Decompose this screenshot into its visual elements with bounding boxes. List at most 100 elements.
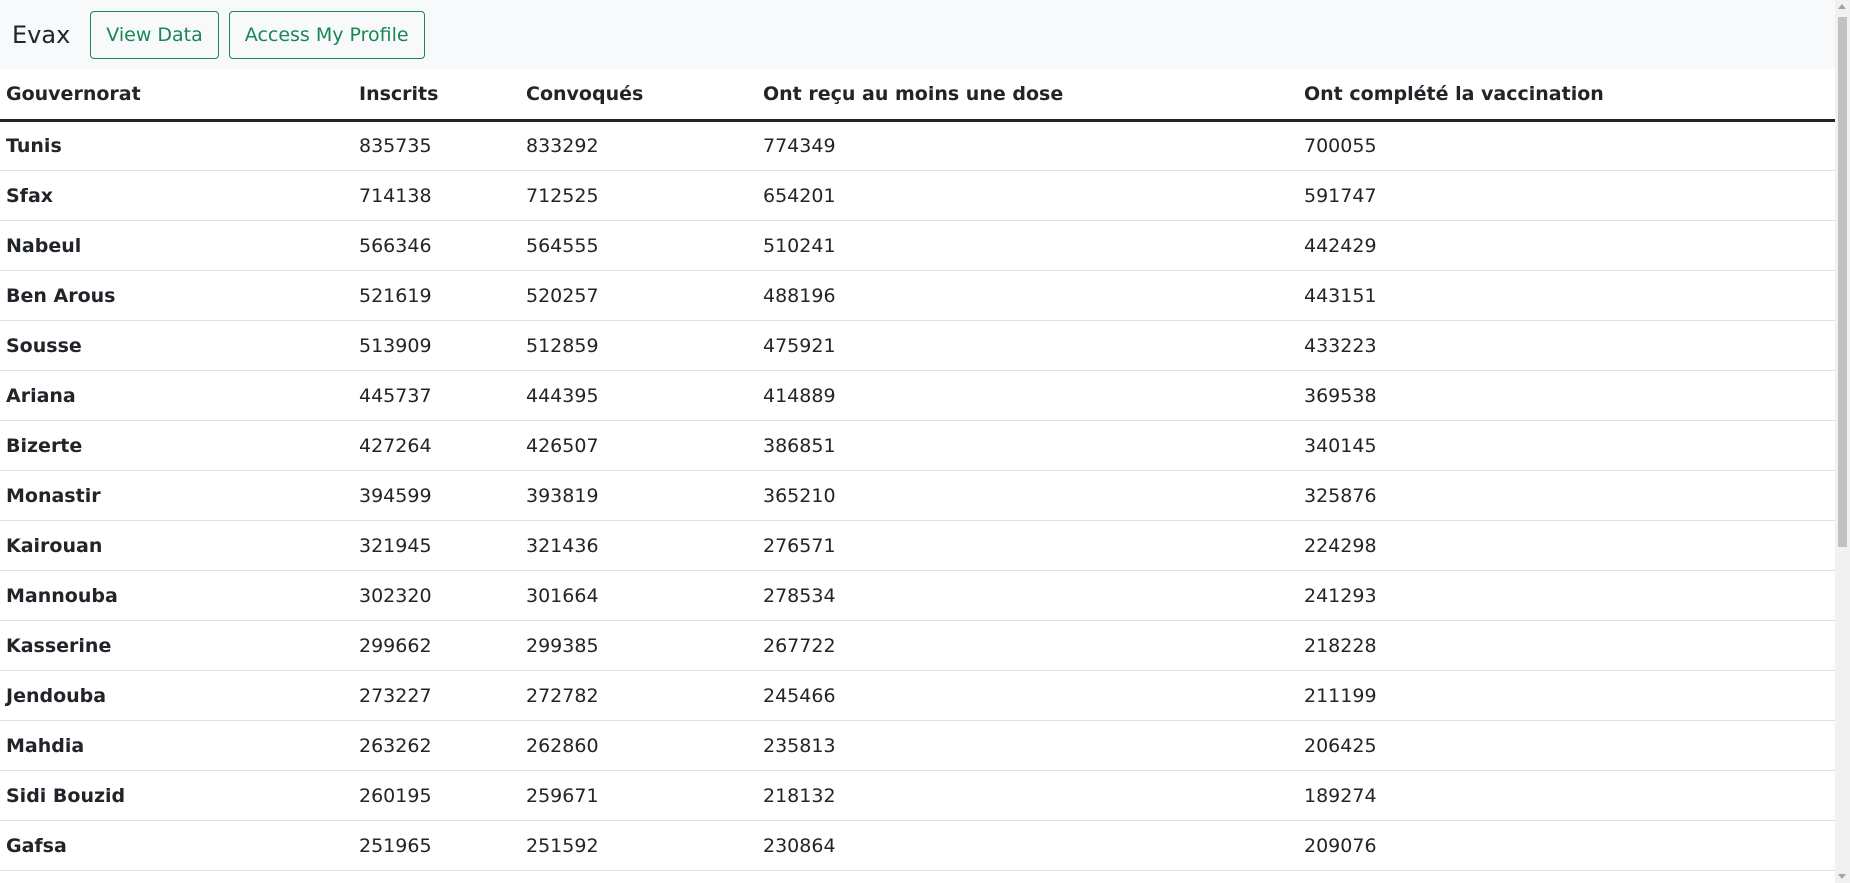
cell-convoques: 564555 — [520, 220, 757, 271]
cell-convoques: 712525 — [520, 170, 757, 221]
scroll-down-arrow-icon[interactable] — [1838, 874, 1846, 879]
scroll-up-arrow-icon[interactable] — [1838, 4, 1846, 9]
table-row: Ariana 445737 444395 414889 369538 — [0, 370, 1835, 421]
cell-gouvernorat: Tunis — [0, 120, 353, 171]
cell-inscrits: 260195 — [353, 770, 520, 821]
cell-gouvernorat: Jendouba — [0, 670, 353, 721]
cell-convoques: 393819 — [520, 470, 757, 521]
table-body: Tunis 835735 833292 774349 700055 Sfax 714138 7… — [0, 120, 1835, 871]
column-header-inscrits: Inscrits — [353, 69, 520, 122]
cell-inscrits: 394599 — [353, 470, 520, 521]
cell-vaccination-complete: 241293 — [1298, 570, 1835, 621]
cell-au-moins-une-dose: 475921 — [757, 320, 1298, 371]
cell-au-moins-une-dose: 245466 — [757, 670, 1298, 721]
cell-inscrits: 835735 — [353, 120, 520, 171]
cell-au-moins-une-dose: 230864 — [757, 820, 1298, 871]
cell-inscrits: 714138 — [353, 170, 520, 221]
cell-gouvernorat: Gafsa — [0, 820, 353, 871]
navbar: Evax View Data Access My Profile — [0, 0, 1835, 69]
cell-convoques: 299385 — [520, 620, 757, 671]
cell-inscrits: 302320 — [353, 570, 520, 621]
cell-inscrits: 263262 — [353, 720, 520, 771]
table-row: Kasserine 299662 299385 267722 218228 — [0, 620, 1835, 671]
cell-vaccination-complete: 189274 — [1298, 770, 1835, 821]
cell-inscrits: 273227 — [353, 670, 520, 721]
cell-convoques: 833292 — [520, 120, 757, 171]
access-my-profile-button[interactable]: Access My Profile — [228, 10, 425, 59]
cell-vaccination-complete: 700055 — [1298, 120, 1835, 171]
cell-convoques: 321436 — [520, 520, 757, 571]
cell-convoques: 272782 — [520, 670, 757, 721]
table-row: Sousse 513909 512859 475921 433223 — [0, 320, 1835, 371]
table-row: Nabeul 566346 564555 510241 442429 — [0, 220, 1835, 271]
cell-gouvernorat: Sousse — [0, 320, 353, 371]
cell-gouvernorat: Sidi Bouzid — [0, 770, 353, 821]
table-row: Mahdia 263262 262860 235813 206425 — [0, 720, 1835, 771]
table-header: Gouvernorat Inscrits Convoqués Ont reçu … — [0, 69, 1835, 122]
cell-gouvernorat: Monastir — [0, 470, 353, 521]
cell-au-moins-une-dose: 414889 — [757, 370, 1298, 421]
cell-au-moins-une-dose: 218132 — [757, 770, 1298, 821]
cell-au-moins-une-dose: 235813 — [757, 720, 1298, 771]
header-row: Gouvernorat Inscrits Convoqués Ont reçu … — [0, 69, 1835, 122]
cell-au-moins-une-dose: 774349 — [757, 120, 1298, 171]
cell-gouvernorat: Kasserine — [0, 620, 353, 671]
cell-inscrits: 521619 — [353, 270, 520, 321]
cell-vaccination-complete: 325876 — [1298, 470, 1835, 521]
cell-convoques: 512859 — [520, 320, 757, 371]
column-header-au-moins-une-dose: Ont reçu au moins une dose — [757, 69, 1298, 122]
cell-vaccination-complete: 442429 — [1298, 220, 1835, 271]
cell-inscrits: 513909 — [353, 320, 520, 371]
vaccination-table: Gouvernorat Inscrits Convoqués Ont reçu … — [0, 69, 1835, 871]
cell-au-moins-une-dose: 488196 — [757, 270, 1298, 321]
table-row: Gafsa 251965 251592 230864 209076 — [0, 820, 1835, 871]
cell-inscrits: 566346 — [353, 220, 520, 271]
view-data-button[interactable]: View Data — [90, 10, 219, 59]
cell-convoques: 444395 — [520, 370, 757, 421]
cell-inscrits: 299662 — [353, 620, 520, 671]
cell-gouvernorat: Mahdia — [0, 720, 353, 771]
cell-au-moins-une-dose: 278534 — [757, 570, 1298, 621]
cell-gouvernorat: Kairouan — [0, 520, 353, 571]
cell-au-moins-une-dose: 365210 — [757, 470, 1298, 521]
cell-vaccination-complete: 211199 — [1298, 670, 1835, 721]
cell-vaccination-complete: 224298 — [1298, 520, 1835, 571]
cell-vaccination-complete: 218228 — [1298, 620, 1835, 671]
cell-inscrits: 251965 — [353, 820, 520, 871]
cell-gouvernorat: Ben Arous — [0, 270, 353, 321]
cell-inscrits: 445737 — [353, 370, 520, 421]
table-row: Ben Arous 521619 520257 488196 443151 — [0, 270, 1835, 321]
table-row: Bizerte 427264 426507 386851 340145 — [0, 420, 1835, 471]
cell-vaccination-complete: 340145 — [1298, 420, 1835, 471]
cell-gouvernorat: Sfax — [0, 170, 353, 221]
scroll-thumb[interactable] — [1838, 17, 1847, 547]
page: Evax View Data Access My Profile Gouvern… — [0, 0, 1850, 883]
table-row: Jendouba 273227 272782 245466 211199 — [0, 670, 1835, 721]
cell-gouvernorat: Bizerte — [0, 420, 353, 471]
cell-au-moins-une-dose: 654201 — [757, 170, 1298, 221]
cell-convoques: 426507 — [520, 420, 757, 471]
table-row: Sidi Bouzid 260195 259671 218132 189274 — [0, 770, 1835, 821]
vertical-scrollbar[interactable] — [1835, 0, 1850, 883]
table-row: Monastir 394599 393819 365210 325876 — [0, 470, 1835, 521]
table-row: Mannouba 302320 301664 278534 241293 — [0, 570, 1835, 621]
cell-convoques: 262860 — [520, 720, 757, 771]
column-header-vaccination-complete: Ont complété la vaccination — [1298, 69, 1835, 122]
cell-gouvernorat: Mannouba — [0, 570, 353, 621]
brand[interactable]: Evax — [12, 21, 70, 49]
cell-inscrits: 321945 — [353, 520, 520, 571]
cell-convoques: 301664 — [520, 570, 757, 621]
column-header-convoques: Convoqués — [520, 69, 757, 122]
cell-vaccination-complete: 591747 — [1298, 170, 1835, 221]
cell-inscrits: 427264 — [353, 420, 520, 471]
cell-au-moins-une-dose: 276571 — [757, 520, 1298, 571]
cell-au-moins-une-dose: 386851 — [757, 420, 1298, 471]
cell-vaccination-complete: 433223 — [1298, 320, 1835, 371]
viewport: Evax View Data Access My Profile Gouvern… — [0, 0, 1835, 883]
cell-au-moins-une-dose: 510241 — [757, 220, 1298, 271]
cell-au-moins-une-dose: 267722 — [757, 620, 1298, 671]
table-row: Sfax 714138 712525 654201 591747 — [0, 170, 1835, 221]
cell-convoques: 259671 — [520, 770, 757, 821]
cell-gouvernorat: Nabeul — [0, 220, 353, 271]
column-header-gouvernorat: Gouvernorat — [0, 69, 353, 122]
